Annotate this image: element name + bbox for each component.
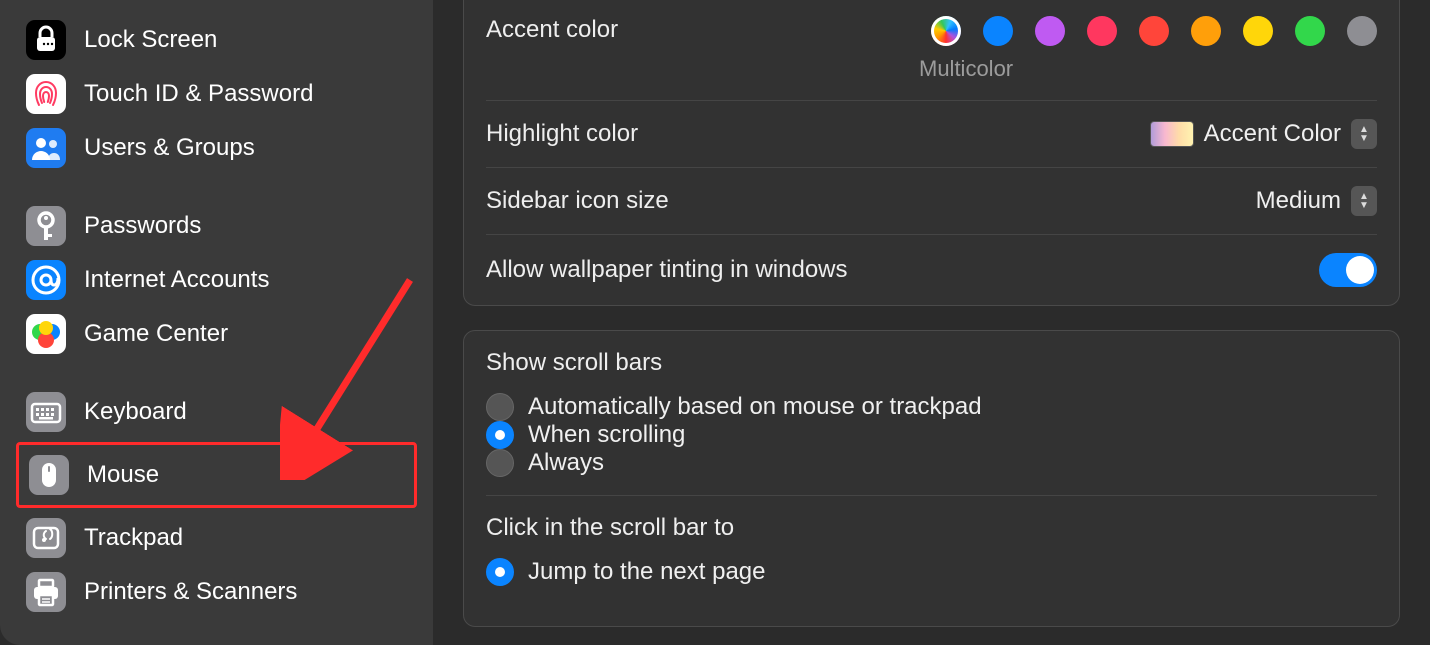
click-scrollbar-option[interactable]: Jump to the next page xyxy=(486,558,1377,586)
updown-icon: ▲▼ xyxy=(1351,119,1377,149)
printer-icon xyxy=(26,572,66,612)
sidebar-item-game-center[interactable]: Game Center xyxy=(20,310,413,358)
main-content: Accent color Multicolor Highlight color … xyxy=(433,0,1430,645)
radio-icon xyxy=(486,449,514,477)
accent-swatch-5[interactable] xyxy=(1191,16,1221,46)
trackpad-icon xyxy=(26,518,66,558)
sidebar: Lock Screen Touch ID & Password Users & Gr… xyxy=(0,0,433,645)
wallpaper-tinting-row: Allow wallpaper tinting in windows xyxy=(486,235,1377,305)
accent-swatch-7[interactable] xyxy=(1295,16,1325,46)
sidebar-size-label: Sidebar icon size xyxy=(486,187,669,215)
accent-color-swatches xyxy=(931,16,1377,46)
radio-label: When scrolling xyxy=(528,421,685,449)
sidebar-item-label: Game Center xyxy=(84,320,228,348)
sidebar-size-row: Sidebar icon size Medium ▲▼ xyxy=(486,168,1377,235)
radio-icon xyxy=(486,421,514,449)
accent-swatch-8[interactable] xyxy=(1347,16,1377,46)
radio-icon xyxy=(486,558,514,586)
radio-icon xyxy=(486,393,514,421)
sidebar-item-label: Mouse xyxy=(87,461,159,489)
sidebar-item-internet-accounts[interactable]: Internet Accounts xyxy=(20,256,413,304)
sidebar-item-passwords[interactable]: Passwords xyxy=(20,202,413,250)
annotation-highlight-box: Mouse xyxy=(16,442,417,508)
sidebar-size-value: Medium xyxy=(1256,187,1341,215)
show-scroll-bars-title: Show scroll bars xyxy=(486,349,1377,377)
accent-selected-label: Multicolor xyxy=(919,56,1013,82)
keyboard-icon xyxy=(26,392,66,432)
wallpaper-tinting-label: Allow wallpaper tinting in windows xyxy=(486,256,848,284)
accent-color-label: Accent color xyxy=(486,16,618,44)
show-scroll-bars-group: Show scroll bars Automatically based on … xyxy=(486,331,1377,496)
sidebar-item-users-groups[interactable]: Users & Groups xyxy=(20,124,413,172)
radio-label: Always xyxy=(528,449,604,477)
at-icon xyxy=(26,260,66,300)
wallpaper-tinting-toggle[interactable] xyxy=(1319,253,1377,287)
sidebar-item-touch-id-password[interactable]: Touch ID & Password xyxy=(20,70,413,118)
scroll-bars-option[interactable]: Always xyxy=(486,449,1377,477)
mouse-icon xyxy=(29,455,69,495)
accent-swatch-4[interactable] xyxy=(1139,16,1169,46)
lock-icon xyxy=(26,20,66,60)
click-scroll-bar-group: Click in the scroll bar to Jump to the n… xyxy=(486,496,1377,626)
highlight-color-row: Highlight color Accent Color ▲▼ xyxy=(486,101,1377,168)
sidebar-item-trackpad[interactable]: Trackpad xyxy=(20,514,413,562)
accent-swatch-6[interactable] xyxy=(1243,16,1273,46)
accent-swatch-2[interactable] xyxy=(1035,16,1065,46)
accent-swatch-multicolor[interactable] xyxy=(931,16,961,46)
appearance-panel: Accent color Multicolor Highlight color … xyxy=(463,0,1400,306)
scroll-bars-option[interactable]: Automatically based on mouse or trackpad xyxy=(486,393,1377,421)
sidebar-item-mouse[interactable]: Mouse xyxy=(23,451,410,499)
accent-swatch-3[interactable] xyxy=(1087,16,1117,46)
sidebar-item-label: Passwords xyxy=(84,212,201,240)
sidebar-item-keyboard[interactable]: Keyboard xyxy=(20,388,413,436)
sidebar-item-lock-screen[interactable]: Lock Screen xyxy=(20,16,413,64)
accent-color-row: Accent color Multicolor xyxy=(486,0,1377,101)
radio-label: Automatically based on mouse or trackpad xyxy=(528,393,982,421)
sidebar-item-label: Lock Screen xyxy=(84,26,217,54)
highlight-swatch-icon xyxy=(1150,121,1194,147)
sidebar-item-label: Trackpad xyxy=(84,524,183,552)
sidebar-item-label: Printers & Scanners xyxy=(84,578,297,606)
scroll-panel: Show scroll bars Automatically based on … xyxy=(463,330,1400,627)
users-icon xyxy=(26,128,66,168)
fingerprint-icon xyxy=(26,74,66,114)
highlight-color-select[interactable]: Accent Color ▲▼ xyxy=(1150,119,1377,149)
updown-icon: ▲▼ xyxy=(1351,186,1377,216)
sidebar-size-select[interactable]: Medium ▲▼ xyxy=(1256,186,1377,216)
sidebar-item-label: Keyboard xyxy=(84,398,187,426)
sidebar-item-label: Internet Accounts xyxy=(84,266,269,294)
key-icon xyxy=(26,206,66,246)
radio-label: Jump to the next page xyxy=(528,558,766,586)
highlight-color-label: Highlight color xyxy=(486,120,638,148)
sidebar-item-label: Touch ID & Password xyxy=(84,80,313,108)
accent-swatch-1[interactable] xyxy=(983,16,1013,46)
highlight-color-value: Accent Color xyxy=(1204,120,1341,148)
sidebar-item-printers-scanners[interactable]: Printers & Scanners xyxy=(20,568,413,616)
gamecenter-icon xyxy=(26,314,66,354)
click-scroll-bar-title: Click in the scroll bar to xyxy=(486,514,1377,542)
sidebar-item-label: Users & Groups xyxy=(84,134,255,162)
scroll-bars-option[interactable]: When scrolling xyxy=(486,421,1377,449)
